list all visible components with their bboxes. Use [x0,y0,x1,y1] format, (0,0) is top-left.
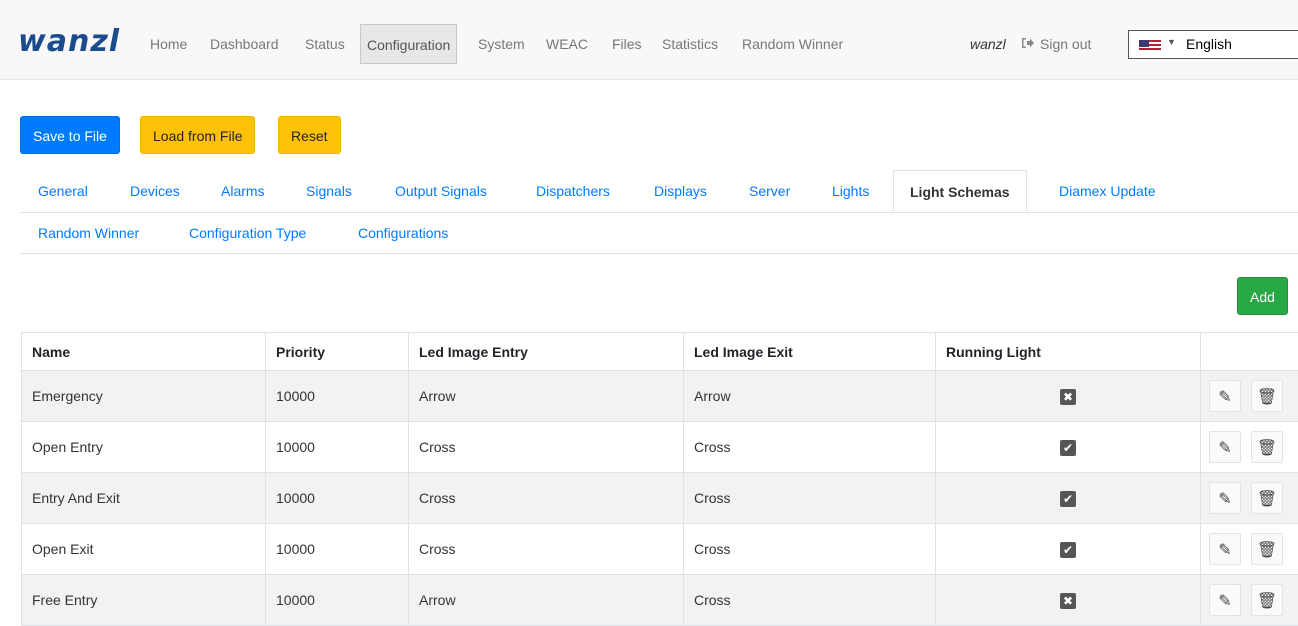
chevron-down-icon: ▼ [1167,37,1176,47]
cell-running-light: ✔ [936,524,1201,575]
cell-led-exit: Cross [684,524,936,575]
tab-general[interactable]: General [38,170,88,212]
load-from-file-button[interactable]: Load from File [140,116,255,154]
delete-button[interactable]: 🗑 [1251,584,1283,616]
tab-configuration-type[interactable]: Configuration Type [189,212,306,254]
table-row: Emergency 10000 Arrow Arrow ✖ ✎🗑 [22,371,1298,422]
add-button[interactable]: Add [1237,277,1288,315]
current-user: wanzl [970,24,1006,64]
cell-led-exit: Cross [684,422,936,473]
tab-alarms[interactable]: Alarms [221,170,265,212]
tab-light-schemas[interactable]: Light Schemas [893,170,1027,212]
checked-box-icon: ✔ [1060,542,1076,558]
delete-button[interactable]: 🗑 [1251,482,1283,514]
cell-led-entry: Cross [409,422,684,473]
table-row: Free Entry 10000 Arrow Cross ✖ ✎🗑 [22,575,1298,626]
column-header-name: Name [22,333,266,371]
column-header-priority: Priority [266,333,409,371]
cell-led-entry: Cross [409,473,684,524]
tab-output-signals[interactable]: Output Signals [395,170,487,212]
delete-button[interactable]: 🗑 [1251,431,1283,463]
cell-running-light: ✔ [936,422,1201,473]
tab-devices[interactable]: Devices [130,170,180,212]
cell-led-entry: Arrow [409,371,684,422]
sign-out-label: Sign out [1040,36,1091,52]
table-row: Open Exit 10000 Cross Cross ✔ ✎🗑 [22,524,1298,575]
cell-actions: ✎🗑 [1201,422,1298,473]
language-select[interactable]: ▼ English [1128,30,1298,59]
column-header-running-light: Running Light [936,333,1201,371]
unchecked-box-icon: ✖ [1060,593,1076,609]
edit-button[interactable]: ✎ [1209,380,1241,412]
sign-out-link[interactable]: Sign out [1020,24,1091,64]
checked-box-icon: ✔ [1060,440,1076,456]
cell-name: Free Entry [22,575,266,626]
cell-name: Open Entry [22,422,266,473]
cell-priority: 10000 [266,575,409,626]
column-header-led-image-exit: Led Image Exit [684,333,936,371]
cell-led-exit: Arrow [684,371,936,422]
top-navbar: wanzl Home Dashboard Status Configuratio… [0,0,1298,80]
tab-configurations[interactable]: Configurations [358,212,448,254]
cell-led-exit: Cross [684,473,936,524]
edit-button[interactable]: ✎ [1209,431,1241,463]
tab-random-winner[interactable]: Random Winner [38,212,139,254]
brand-logo[interactable]: wanzl [18,27,120,57]
delete-button[interactable]: 🗑 [1251,380,1283,412]
reset-button[interactable]: Reset [278,116,341,154]
nav-status[interactable]: Status [305,24,345,64]
sign-out-icon [1020,24,1036,64]
nav-statistics[interactable]: Statistics [662,24,718,64]
table-row: Entry And Exit 10000 Cross Cross ✔ ✎🗑 [22,473,1298,524]
cell-priority: 10000 [266,524,409,575]
cell-led-entry: Cross [409,524,684,575]
tab-dispatchers[interactable]: Dispatchers [536,170,610,212]
tab-displays[interactable]: Displays [654,170,707,212]
nav-dashboard[interactable]: Dashboard [210,24,279,64]
cell-name: Open Exit [22,524,266,575]
cell-actions: ✎🗑 [1201,371,1298,422]
cell-running-light: ✖ [936,575,1201,626]
cell-priority: 10000 [266,422,409,473]
table-row: Open Entry 10000 Cross Cross ✔ ✎🗑 [22,422,1298,473]
column-header-actions [1201,333,1298,371]
tab-signals[interactable]: Signals [306,170,352,212]
edit-button[interactable]: ✎ [1209,482,1241,514]
column-header-led-image-entry: Led Image Entry [409,333,684,371]
cell-running-light: ✖ [936,371,1201,422]
tab-server[interactable]: Server [749,170,790,212]
light-schemas-table: Name Priority Led Image Entry Led Image … [21,332,1298,626]
cell-actions: ✎🗑 [1201,473,1298,524]
tab-diamex-update[interactable]: Diamex Update [1059,170,1156,212]
language-label: English [1186,36,1232,52]
tab-lights[interactable]: Lights [832,170,869,212]
cell-actions: ✎🗑 [1201,575,1298,626]
edit-button[interactable]: ✎ [1209,584,1241,616]
us-flag-icon [1139,40,1161,52]
nav-system[interactable]: System [478,24,525,64]
cell-led-entry: Arrow [409,575,684,626]
nav-files[interactable]: Files [612,24,642,64]
cell-priority: 10000 [266,473,409,524]
cell-name: Entry And Exit [22,473,266,524]
unchecked-box-icon: ✖ [1060,389,1076,405]
cell-led-exit: Cross [684,575,936,626]
edit-button[interactable]: ✎ [1209,533,1241,565]
delete-button[interactable]: 🗑 [1251,533,1283,565]
nav-configuration[interactable]: Configuration [360,24,457,64]
table-header-row: Name Priority Led Image Entry Led Image … [22,333,1298,371]
nav-weac[interactable]: WEAC [546,24,588,64]
checked-box-icon: ✔ [1060,491,1076,507]
cell-actions: ✎🗑 [1201,524,1298,575]
save-to-file-button[interactable]: Save to File [20,116,120,154]
cell-running-light: ✔ [936,473,1201,524]
cell-name: Emergency [22,371,266,422]
nav-home[interactable]: Home [150,24,187,64]
nav-random-winner[interactable]: Random Winner [742,24,843,64]
cell-priority: 10000 [266,371,409,422]
